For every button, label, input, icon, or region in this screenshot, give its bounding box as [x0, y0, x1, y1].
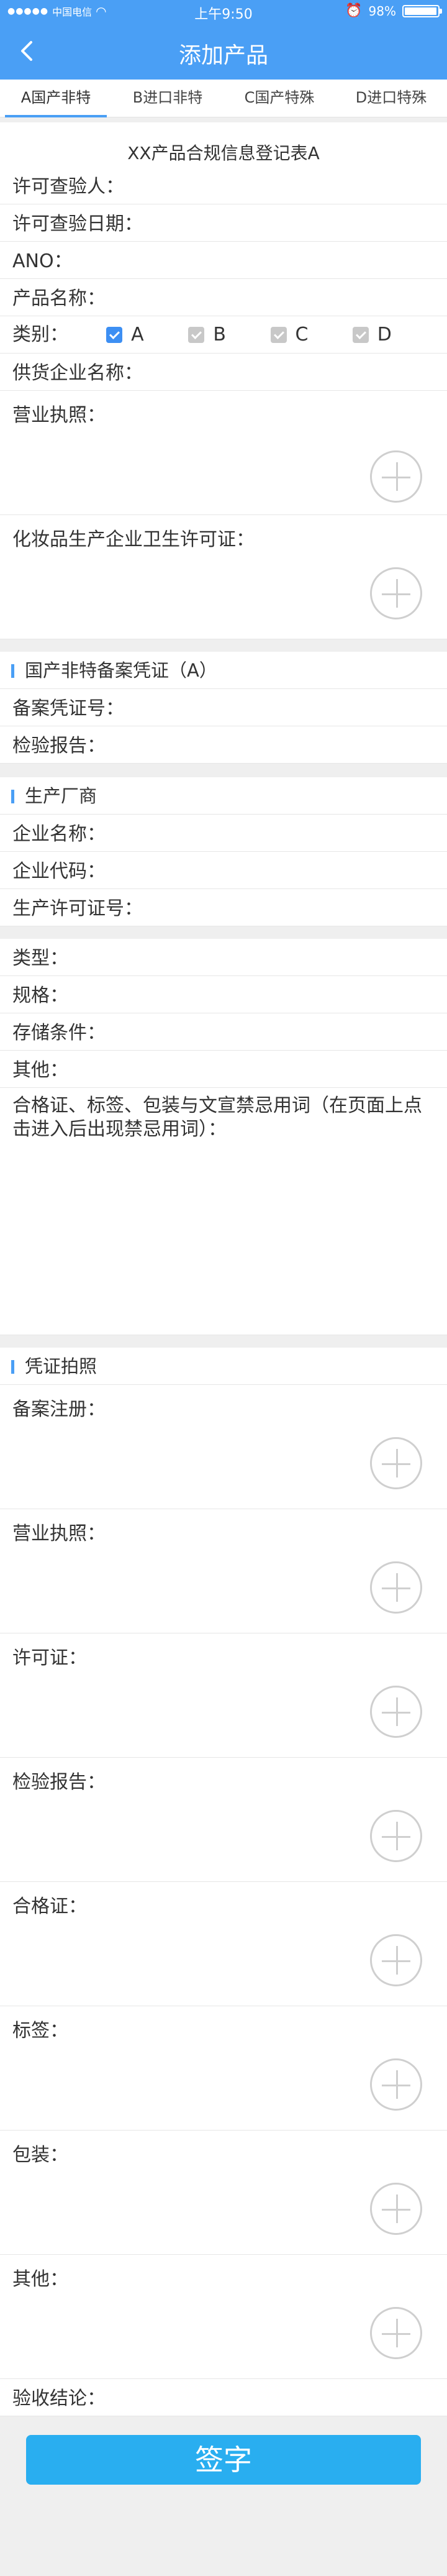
photo-inspection-report: 检验报告：: [0, 1758, 447, 1882]
filing-section-title: 国产非特备案凭证（A）: [0, 652, 447, 689]
photo-business-license: 营业执照：: [0, 1509, 447, 1633]
photo-label: 许可证：: [12, 1647, 87, 1669]
battery-icon: [402, 4, 442, 17]
status-bar: ●●●●● 中国电信 ◠ 上午9:50 ⏰ 98%: [0, 0, 447, 22]
inspection-report-field[interactable]: 检验报告：: [0, 726, 447, 764]
add-photo-icon[interactable]: [370, 1934, 422, 1986]
sign-button[interactable]: 签字: [26, 2435, 421, 2485]
photo-label: 标签：: [12, 2020, 68, 2042]
inspector-field[interactable]: 许可查验人：: [0, 167, 447, 204]
hygiene-license-label: 化妆品生产企业卫生许可证：: [12, 529, 255, 550]
add-photo-icon[interactable]: [370, 567, 422, 619]
checkbox-icon[interactable]: [270, 326, 287, 343]
hygiene-license-upload: 化妆品生产企业卫生许可证：: [0, 515, 447, 639]
add-photo-icon[interactable]: [370, 1810, 422, 1862]
category-row: 类别： A B C D: [0, 316, 447, 354]
nav-bar: 添加产品: [0, 22, 447, 80]
photo-certificate: 合格证：: [0, 1882, 447, 2006]
business-license-label: 营业执照：: [12, 404, 106, 426]
category-option-label: A: [131, 323, 144, 345]
category-option-label: C: [295, 323, 309, 345]
photo-label: 检验报告：: [12, 1771, 106, 1793]
category-option-d[interactable]: D: [352, 315, 435, 355]
battery-percent: 98%: [368, 3, 396, 19]
tab-a-domestic-ordinary[interactable]: A国产非特: [0, 80, 112, 117]
tab-c-domestic-special[interactable]: C国产特殊: [224, 80, 335, 117]
category-option-c[interactable]: C: [270, 315, 353, 355]
category-option-b[interactable]: B: [188, 315, 270, 355]
add-photo-icon[interactable]: [370, 2058, 422, 2111]
add-photo-icon[interactable]: [370, 450, 422, 503]
photo-label: 备案注册：: [12, 1399, 106, 1420]
form-title: XX产品合规信息登记表A: [0, 122, 447, 167]
manufacturer-section-title: 生产厂商: [0, 777, 447, 815]
photo-label: 其他：: [12, 2268, 68, 2290]
battery-fill: [405, 7, 436, 15]
business-license-upload: 营业执照：: [0, 391, 447, 515]
add-photo-icon[interactable]: [370, 2307, 422, 2359]
photo-label: 包装：: [12, 2144, 68, 2166]
photo-license: 许可证：: [0, 1633, 447, 1758]
supplier-field[interactable]: 供货企业名称：: [0, 354, 447, 391]
inspect-date-field[interactable]: 许可查验日期：: [0, 204, 447, 242]
category-option-label: D: [377, 323, 392, 345]
storage-field[interactable]: 存储条件：: [0, 1013, 447, 1051]
category-option-a[interactable]: A: [106, 315, 188, 355]
photo-label: 营业执照：: [12, 1523, 106, 1545]
checkbox-icon[interactable]: [188, 326, 205, 343]
checkbox-icon[interactable]: [106, 326, 123, 343]
product-name-field[interactable]: 产品名称：: [0, 279, 447, 316]
type-field[interactable]: 类型：: [0, 939, 447, 976]
ano-field[interactable]: ANO：: [0, 242, 447, 279]
photo-other: 其他：: [0, 2255, 447, 2379]
photos-section-title: 凭证拍照: [0, 1348, 447, 1385]
tab-b-imported-ordinary[interactable]: B进口非特: [112, 80, 224, 117]
production-license-field[interactable]: 生产许可证号：: [0, 889, 447, 926]
photo-label-tag: 标签：: [0, 2006, 447, 2131]
photo-label: 合格证：: [12, 1896, 87, 1917]
add-photo-icon[interactable]: [370, 2183, 422, 2235]
company-code-field[interactable]: 企业代码：: [0, 852, 447, 889]
checkbox-icon[interactable]: [352, 326, 369, 343]
tab-d-imported-special[interactable]: D进口特殊: [335, 80, 447, 117]
banned-words-field[interactable]: 合格证、标签、包装与文宣禁忌用词（在页面上点击进入后出现禁忌用词）：: [0, 1088, 447, 1335]
bottom-bar: 签字: [0, 2416, 447, 2527]
other-field[interactable]: 其他：: [0, 1051, 447, 1088]
photo-packaging: 包装：: [0, 2131, 447, 2255]
page-title: 添加产品: [178, 43, 268, 68]
conclusion-field[interactable]: 验收结论：: [0, 2379, 447, 2416]
spec-field[interactable]: 规格：: [0, 976, 447, 1013]
filing-cert-no-field[interactable]: 备案凭证号：: [0, 689, 447, 726]
add-photo-icon[interactable]: [370, 1437, 422, 1489]
category-option-label: B: [213, 323, 226, 345]
category-tabs: A国产非特 B进口非特 C国产特殊 D进口特殊: [0, 80, 447, 117]
category-label: 类别：: [12, 323, 68, 345]
company-name-field[interactable]: 企业名称：: [0, 815, 447, 852]
alarm-icon: ⏰: [345, 3, 363, 19]
photo-filing-registration: 备案注册：: [0, 1385, 447, 1509]
add-photo-icon[interactable]: [370, 1561, 422, 1614]
add-photo-icon[interactable]: [370, 1686, 422, 1738]
